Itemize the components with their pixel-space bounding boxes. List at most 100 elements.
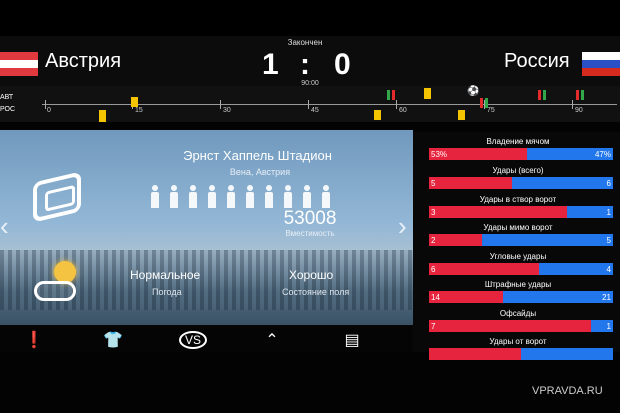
red-card-icon: [392, 90, 395, 100]
match-app: Австрия Закончен 1 : 0 90:00 Россия АВТ …: [0, 0, 620, 413]
stat-label: Удары в створ ворот: [479, 195, 557, 204]
stat-bar: 14 21: [429, 291, 613, 303]
timeline-axis: [42, 104, 617, 105]
alert-icon[interactable]: ❗: [20, 330, 48, 350]
russia-flag-icon: [582, 52, 620, 76]
green-substitution-icon: [387, 90, 390, 100]
stat-home-fill: [429, 206, 567, 218]
stat-home-value: 7: [431, 322, 436, 331]
field-condition-label: Состояние поля: [282, 287, 350, 297]
stat-away-value: 47%: [594, 150, 611, 159]
top-black-band: [0, 0, 620, 36]
timeline-tick: [308, 100, 309, 109]
austria-flag-icon: [0, 52, 38, 76]
person-icon: [169, 185, 179, 209]
timeline-away-label: РОС: [0, 106, 16, 113]
stat-away-value: 6: [606, 179, 611, 188]
shirt-icon[interactable]: 👕: [99, 330, 127, 350]
stat-home-value: 2: [431, 236, 436, 245]
score-separator: :: [300, 48, 310, 81]
weather-icon: [30, 259, 84, 305]
stat-label: Штрафные удары: [484, 280, 552, 289]
previous-arrow-icon[interactable]: ‹: [0, 211, 9, 242]
timeline-tick-label: 75: [487, 107, 495, 114]
timeline-home-label: АВТ: [0, 94, 14, 101]
stat-home-value: 3: [431, 208, 436, 217]
stat-label: Офсайды: [499, 309, 537, 318]
stat-bar: 25: [429, 234, 613, 246]
red-card-icon: [538, 90, 541, 100]
stadium-city: Вена, Австрия: [229, 167, 291, 177]
away-score: 0: [334, 48, 351, 81]
stat-label: Удары мимо ворот: [483, 223, 553, 232]
person-icon: [207, 185, 217, 209]
timeline-tick-label: 90: [575, 107, 583, 114]
vs-icon[interactable]: VS: [179, 331, 207, 349]
person-icon: [283, 185, 293, 209]
person-icon: [302, 185, 312, 209]
yellow-card-icon: [131, 97, 138, 107]
stat-label: Угловые удары: [489, 252, 547, 261]
away-team-name: Россия: [504, 50, 570, 72]
yellow-card-icon: [99, 110, 106, 122]
timeline-tick-label: 0: [47, 107, 51, 114]
next-arrow-icon[interactable]: ›: [398, 211, 407, 242]
stat-home-value: 53%: [431, 150, 448, 159]
stat-home-value: 14: [431, 293, 440, 302]
ball-icon: ⚽: [467, 86, 480, 97]
stat-label: Удары от ворот: [489, 337, 547, 346]
stat-bar: [429, 348, 613, 360]
person-icon: [264, 185, 274, 209]
person-icon: [226, 185, 236, 209]
capacity-label: Вместимость: [285, 229, 335, 238]
home-score: 1: [262, 48, 279, 81]
stat-bar: 31: [429, 206, 613, 218]
stat-label: Удары (всего): [492, 166, 544, 175]
weather-label: Погода: [152, 287, 182, 297]
person-icon: [188, 185, 198, 209]
green-substitution-icon: [485, 98, 488, 108]
stat-bar: 64: [429, 263, 613, 275]
yellow-card-icon: [424, 88, 431, 99]
stat-home-value: 5: [431, 179, 436, 188]
timeline-tick: [572, 100, 573, 109]
timeline-tick: [220, 100, 221, 109]
home-team-name: Австрия: [45, 50, 122, 72]
stat-away-value: 1: [606, 322, 611, 331]
stadium-name: Эрнст Хаппель Штадион: [183, 148, 332, 163]
stat-home-fill: [429, 320, 591, 332]
red-card-icon: [480, 98, 483, 108]
stat-home-fill: [429, 291, 503, 303]
stat-away-value: 4: [606, 265, 611, 274]
stat-bar: 53% 47%: [429, 148, 613, 160]
weather-value: Нормальное: [130, 268, 201, 282]
sun-icon: [54, 261, 76, 283]
stat-bar: 56: [429, 177, 613, 189]
timeline-tick-label: 45: [311, 107, 319, 114]
yellow-card-icon: [458, 110, 465, 120]
match-status: Закончен: [287, 38, 323, 47]
field-condition-value: Хорошо: [289, 268, 334, 282]
stat-away-value: 21: [602, 293, 611, 302]
red-card-icon: [576, 90, 579, 100]
stat-bar: 71: [429, 320, 613, 332]
timeline-tick-label: 30: [223, 107, 231, 114]
person-icon: [245, 185, 255, 209]
stat-home-value: 6: [431, 265, 436, 274]
timeline-tick: [396, 100, 397, 109]
timeline-tick-label: 60: [399, 107, 407, 114]
stat-home-fill: [429, 234, 482, 246]
yellow-card-icon: [374, 110, 381, 120]
timeline-tick-label: 15: [135, 107, 143, 114]
stat-home-fill: [429, 263, 539, 275]
lineup-icon[interactable]: ⌃: [258, 330, 286, 350]
stadium-capacity: 53008: [283, 208, 337, 229]
green-substitution-icon: [581, 90, 584, 100]
green-substitution-icon: [543, 90, 546, 100]
person-icon: [321, 185, 331, 209]
stat-away-value: 5: [606, 236, 611, 245]
timeline-tick: [45, 100, 46, 109]
stat-home-fill: [429, 348, 521, 360]
person-icon: [150, 185, 160, 209]
stats-icon[interactable]: ▤: [338, 330, 366, 350]
